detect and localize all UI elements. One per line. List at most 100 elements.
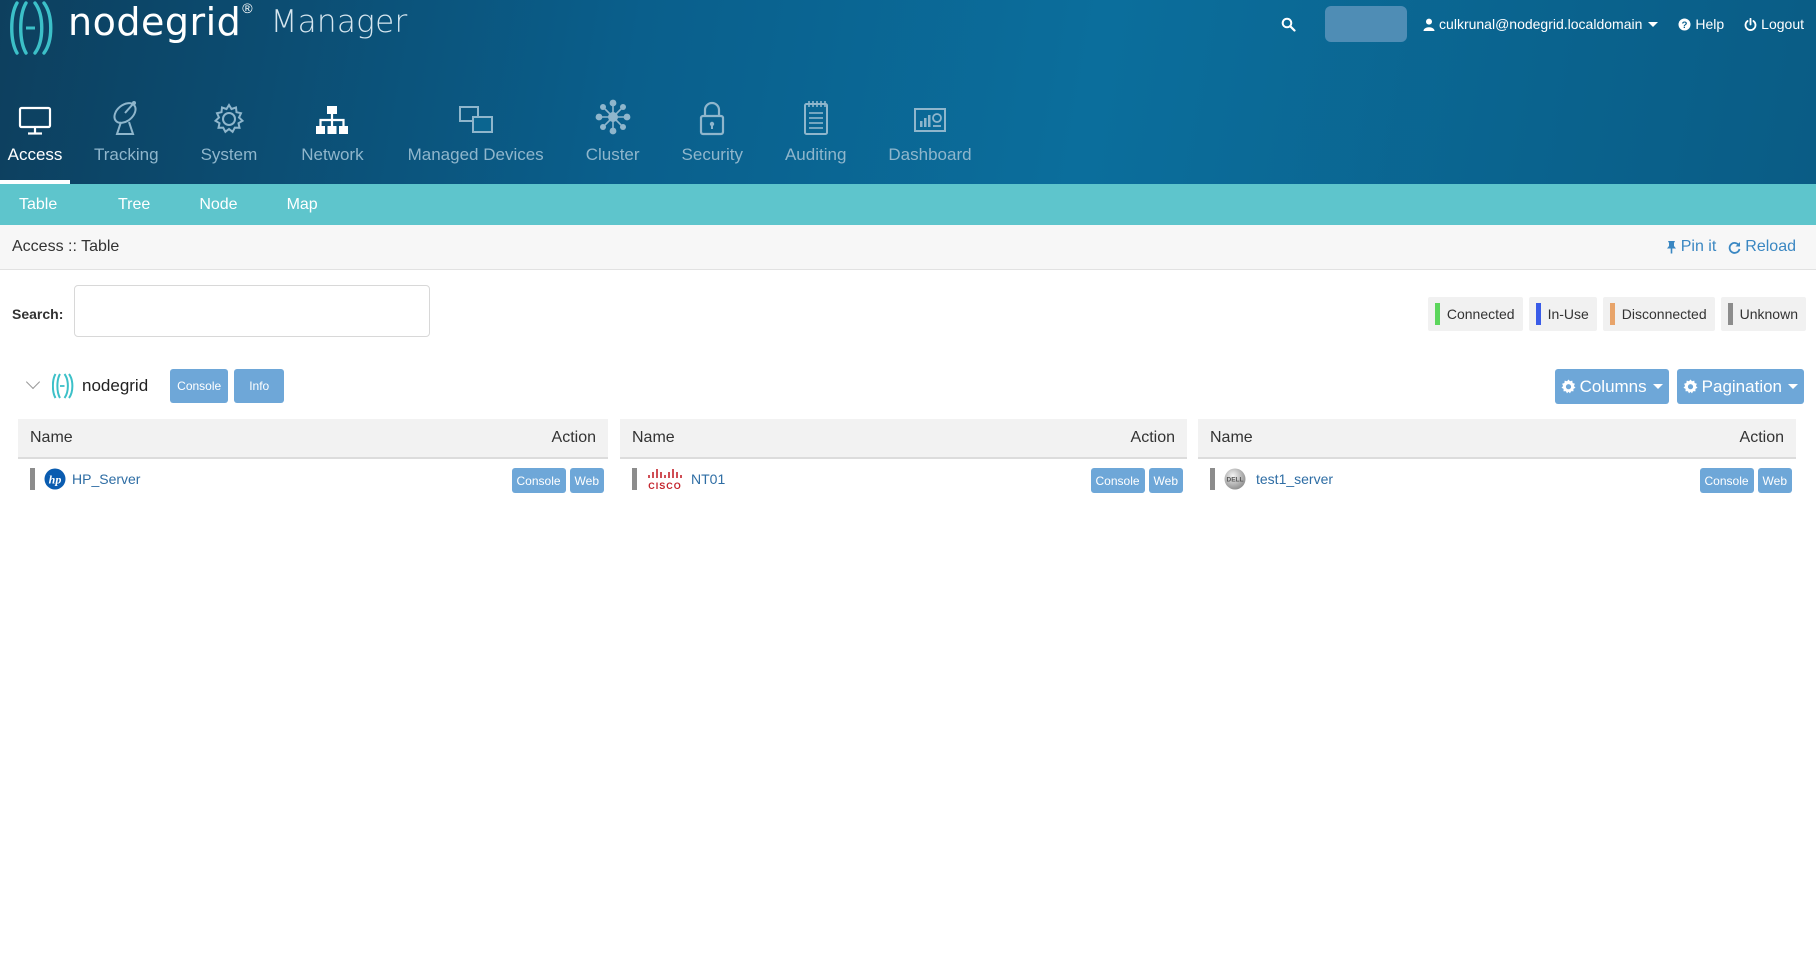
nav-managed-devices[interactable]: Managed Devices — [396, 96, 556, 184]
chevron-down-icon — [1652, 384, 1663, 389]
search-icon — [1281, 17, 1296, 32]
main-navigation: Access Tracking System Network Managed D… — [0, 96, 984, 184]
status-indicator — [1210, 468, 1215, 490]
search-input[interactable] — [74, 285, 430, 337]
columns-label: Columns — [1579, 376, 1647, 396]
table-header: Name Action — [1198, 419, 1796, 459]
device-console-button[interactable]: Console — [1699, 468, 1754, 493]
device-name-link[interactable]: NT01 — [691, 471, 725, 487]
gear-icon — [213, 103, 245, 134]
legend-color-bar — [1609, 303, 1615, 325]
brand-name: nodegrid — [68, 0, 242, 44]
pin-it-label: Pin it — [1680, 238, 1717, 255]
power-icon — [1744, 17, 1757, 31]
nav-label: System — [200, 145, 258, 164]
svg-text:CISCO: CISCO — [648, 481, 682, 491]
user-menu[interactable]: culkrunal@nodegrid.localdomain — [1423, 16, 1659, 32]
legend-connected: Connected — [1427, 297, 1523, 331]
nodegrid-node-icon — [52, 373, 74, 399]
top-right-controls: culkrunal@nodegrid.localdomain ? Help Lo… — [1271, 2, 1804, 46]
nav-label: Security — [681, 145, 743, 164]
legend-label: In-Use — [1547, 306, 1589, 322]
lock-icon — [700, 101, 725, 136]
gear-icon — [1683, 379, 1698, 394]
collapse-chevron-icon[interactable] — [25, 374, 41, 390]
logout-link[interactable]: Logout — [1744, 16, 1804, 32]
nav-auditing[interactable]: Auditing — [773, 96, 858, 184]
device-console-button[interactable]: Console — [1090, 468, 1145, 493]
nav-label: Network — [301, 145, 364, 164]
question-circle-icon: ? — [1678, 18, 1691, 31]
page-actions: Pin it Reload — [1666, 238, 1796, 256]
search-label: Search: — [12, 306, 64, 322]
nav-security[interactable]: Security — [670, 96, 755, 184]
legend-disconnected: Disconnected — [1602, 297, 1715, 331]
tab-tree[interactable]: Tree — [87, 184, 169, 225]
nav-access[interactable]: Access — [0, 96, 70, 184]
product-name: Manager — [270, 4, 408, 40]
pin-it-link[interactable]: Pin it — [1666, 238, 1717, 256]
gear-icon — [1561, 379, 1576, 394]
pagination-label: Pagination — [1701, 376, 1782, 396]
column-name-header[interactable]: Name — [30, 429, 73, 447]
registered-mark: ® — [242, 0, 253, 16]
column-action-header: Action — [1739, 429, 1784, 446]
device-table: Name Action DELL test1_server Console We… — [1198, 419, 1796, 499]
tab-node[interactable]: Node — [169, 184, 256, 225]
reload-link[interactable]: Reload — [1728, 238, 1796, 256]
logout-label: Logout — [1761, 16, 1804, 32]
top-header: nodegrid ® Manager culkrunal@nodegrid.lo… — [0, 0, 1816, 184]
legend-label: Disconnected — [1621, 306, 1707, 322]
nav-tracking[interactable]: Tracking — [82, 96, 171, 184]
pagination-button[interactable]: Pagination — [1676, 369, 1804, 404]
legend-in-use: In-Use — [1528, 297, 1597, 331]
table-row: CISCO NT01 Console Web — [620, 459, 1187, 499]
legend-color-bar — [1434, 303, 1440, 325]
node-info-button[interactable]: Info — [234, 369, 285, 403]
tab-table[interactable]: Table — [0, 184, 87, 225]
satellite-dish-icon — [113, 101, 137, 135]
nav-label: Dashboard — [888, 145, 972, 164]
device-web-button[interactable]: Web — [1148, 468, 1183, 493]
device-console-button[interactable]: Console — [511, 468, 566, 493]
row-actions: Console Web — [1090, 468, 1183, 493]
tab-map[interactable]: Map — [257, 184, 337, 225]
column-action-header: Action — [1130, 429, 1175, 446]
monitor-icon — [18, 106, 52, 135]
network-icon — [316, 106, 349, 134]
nav-network[interactable]: Network — [289, 96, 375, 184]
quick-access-field[interactable] — [1325, 6, 1408, 42]
device-name-link[interactable]: test1_server — [1256, 471, 1333, 487]
help-link[interactable]: ? Help — [1678, 16, 1724, 32]
device-web-button[interactable]: Web — [569, 468, 604, 493]
node-name: nodegrid — [82, 376, 149, 395]
status-legend: Connected In-Use Disconnected Unknown — [1427, 297, 1806, 331]
node-console-button[interactable]: Console — [170, 369, 229, 403]
svg-text:hp: hp — [49, 473, 62, 487]
hp-logo-icon: hp — [44, 468, 66, 490]
device-name-link[interactable]: HP_Server — [72, 471, 140, 487]
nav-label: Cluster — [585, 145, 640, 164]
brand-logo[interactable]: nodegrid ® Manager — [10, 0, 408, 56]
cisco-logo-icon: CISCO — [648, 469, 682, 491]
dell-logo-icon: DELL — [1224, 468, 1246, 490]
cluster-icon — [595, 99, 631, 135]
user-icon — [1423, 18, 1435, 31]
column-name-header[interactable]: Name — [632, 429, 675, 447]
pin-icon — [1666, 241, 1676, 254]
column-name-header[interactable]: Name — [1210, 429, 1253, 447]
nodegrid-logo-icon — [10, 1, 53, 55]
device-web-button[interactable]: Web — [1757, 468, 1792, 493]
legend-label: Connected — [1446, 306, 1515, 322]
nav-system[interactable]: System — [189, 96, 270, 184]
global-search-button[interactable] — [1271, 7, 1305, 41]
nav-dashboard[interactable]: Dashboard — [876, 96, 983, 184]
nav-label: Access — [7, 145, 63, 164]
columns-button[interactable]: Columns — [1554, 369, 1669, 404]
breadcrumb: Access :: Table — [12, 238, 120, 255]
reload-label: Reload — [1745, 238, 1796, 255]
status-indicator — [632, 468, 637, 490]
nav-cluster[interactable]: Cluster — [574, 96, 652, 184]
dashboard-icon — [913, 108, 946, 132]
sub-navigation: Table Tree Node Map — [0, 184, 1816, 225]
